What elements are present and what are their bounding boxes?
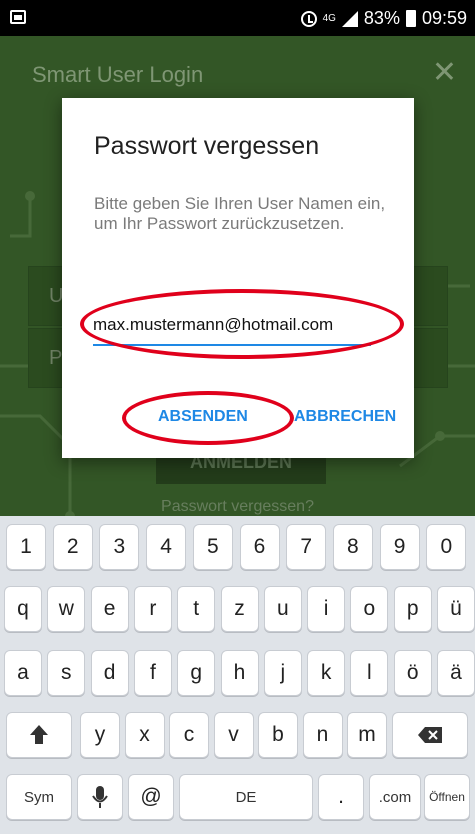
row-3-key[interactable]: n — [302, 712, 343, 758]
voice-input-key[interactable] — [77, 774, 123, 820]
row-2-key[interactable]: l — [350, 650, 389, 696]
row-numbers-key[interactable]: 9 — [379, 524, 420, 570]
row-3-key[interactable]: c — [169, 712, 209, 758]
status-icons: 4G 83% 09:59 — [300, 8, 467, 29]
row-3-key[interactable]: y — [80, 712, 120, 758]
row-2-key[interactable]: s — [47, 650, 86, 696]
space-key[interactable]: DE — [179, 774, 313, 820]
row-1-key[interactable]: q — [4, 586, 42, 632]
row-2-key[interactable]: f — [133, 650, 172, 696]
signal-icon — [341, 10, 358, 27]
row-2-key[interactable]: a — [4, 650, 42, 696]
row-1-key[interactable]: w — [47, 586, 86, 632]
row-numbers-key[interactable]: 3 — [99, 524, 140, 570]
cancel-button[interactable]: ABBRECHEN — [294, 408, 396, 426]
soft-keyboard: 1234567890 qwertzuiopü asdfghjklöä yxcvb… — [0, 516, 475, 834]
row-numbers-key[interactable]: 6 — [239, 524, 280, 570]
row-1-key[interactable]: t — [177, 586, 216, 632]
username-input[interactable] — [93, 310, 371, 346]
keyboard-row-numbers: 1234567890 — [0, 524, 475, 576]
row-2-key[interactable]: h — [220, 650, 259, 696]
clock: 09:59 — [421, 8, 467, 28]
row-2-key[interactable]: ö — [393, 650, 432, 696]
period-key[interactable]: . — [318, 774, 364, 820]
keyboard-row-1: qwertzuiopü — [0, 586, 475, 638]
row-1-key[interactable]: p — [393, 586, 432, 632]
row-3-key[interactable]: x — [124, 712, 165, 758]
gallery-notification-icon — [10, 10, 26, 24]
row-1-key[interactable]: e — [90, 586, 129, 632]
row-numbers-key[interactable]: 0 — [426, 524, 467, 570]
row-3-key[interactable]: v — [213, 712, 254, 758]
row-2-key[interactable]: ä — [437, 650, 475, 696]
keyboard-row-2: asdfghjklöä — [0, 650, 475, 702]
keyboard-row-bottom: Sym @ DE . .com Öffnen — [0, 774, 475, 826]
battery-percent: 83% — [363, 8, 400, 28]
microphone-icon — [92, 786, 108, 808]
row-numbers-key[interactable]: 7 — [286, 524, 327, 570]
battery-icon — [405, 10, 416, 27]
row-1-key[interactable]: r — [133, 586, 172, 632]
shift-key[interactable] — [6, 712, 72, 758]
row-3-key[interactable]: b — [258, 712, 298, 758]
row-1-key[interactable]: o — [350, 586, 389, 632]
sym-key[interactable]: Sym — [6, 774, 72, 820]
forgot-password-dialog: Passwort vergessen Bitte geben Sie Ihren… — [62, 98, 414, 458]
row-numbers-key[interactable]: 1 — [6, 524, 46, 570]
keyboard-row-3: yxcvbnm — [0, 712, 475, 764]
status-bar: 4G 83% 09:59 — [0, 0, 475, 36]
row-3-key[interactable]: m — [347, 712, 387, 758]
row-1-key[interactable]: ü — [437, 586, 475, 632]
dialog-title: Passwort vergessen — [94, 132, 320, 160]
row-numbers-key[interactable]: 4 — [146, 524, 187, 570]
row-numbers-key[interactable]: 5 — [192, 524, 233, 570]
row-1-key[interactable]: z — [220, 586, 259, 632]
dotcom-key[interactable]: .com — [369, 774, 421, 820]
backspace-icon — [418, 727, 442, 743]
row-2-key[interactable]: k — [307, 650, 346, 696]
backspace-key[interactable] — [392, 712, 468, 758]
send-button[interactable]: ABSENDEN — [158, 408, 248, 426]
phone-screen: 4G 83% 09:59 Smart User Login ✕ U P ANME… — [0, 0, 475, 834]
row-2-key[interactable]: j — [263, 650, 302, 696]
row-1-key[interactable]: u — [263, 586, 302, 632]
row-1-key[interactable]: i — [307, 586, 346, 632]
row-2-key[interactable]: g — [177, 650, 216, 696]
enter-key[interactable]: Öffnen — [424, 774, 470, 820]
network-type: 4G — [322, 12, 336, 24]
row-2-key[interactable]: d — [90, 650, 129, 696]
row-numbers-key[interactable]: 2 — [52, 524, 93, 570]
dialog-message: Bitte geben Sie Ihren User Namen ein, um… — [94, 194, 386, 233]
shift-icon — [30, 725, 48, 744]
at-key[interactable]: @ — [128, 774, 174, 820]
row-numbers-key[interactable]: 8 — [332, 524, 373, 570]
alarm-icon — [300, 10, 317, 27]
